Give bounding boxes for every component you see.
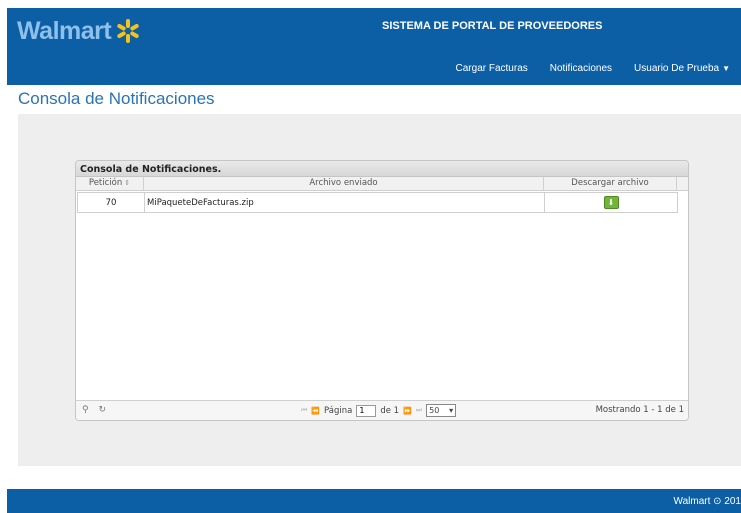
spark-icon: [115, 18, 141, 44]
records-info: Mostrando 1 - 1 de 1: [595, 405, 684, 415]
column-header-descargar[interactable]: Descargar archivo: [544, 177, 677, 190]
footer-copyright: Walmart ⊙ 201: [673, 496, 741, 507]
page-count: de 1: [380, 405, 400, 416]
walmart-logo[interactable]: Walmart: [17, 16, 141, 46]
page-size-value: 50: [429, 406, 440, 415]
grid-header: Petición ⇕ Archivo enviado Descargar arch…: [76, 177, 688, 191]
sort-icon: ⇕: [124, 179, 131, 187]
next-page-icon[interactable]: ⏩: [403, 407, 412, 415]
first-page-icon[interactable]: ⏮: [301, 406, 307, 415]
last-page-icon[interactable]: ⏭: [416, 406, 422, 415]
chevron-down-icon: ▾: [449, 406, 454, 415]
column-label: Descargar archivo: [571, 178, 649, 188]
page-size-select[interactable]: 50 ▾: [426, 404, 457, 417]
portal-title: SISTEMA DE PORTAL DE PROVEEDORES: [382, 20, 603, 32]
download-icon: ⬇: [607, 197, 615, 207]
column-header-archivo[interactable]: Archivo enviado: [144, 177, 544, 190]
refresh-icon[interactable]: ↻: [98, 405, 106, 415]
page-number-input[interactable]: [356, 404, 377, 417]
logo-text: Walmart: [17, 16, 112, 45]
grid-body: 70 MiPaqueteDeFacturas.zip ⬇: [76, 192, 688, 399]
user-name: Usuario De Prueba: [634, 63, 720, 74]
pager-tools: ⚲ ↻: [82, 405, 113, 415]
footer: Walmart ⊙ 201: [7, 489, 741, 513]
column-label: Petición: [88, 178, 123, 188]
nav-notifications[interactable]: Notificaciones: [539, 63, 623, 74]
nav-upload-invoices[interactable]: Cargar Facturas: [445, 63, 539, 74]
nav-user-menu[interactable]: Usuario De Prueba ▼: [623, 63, 741, 74]
prev-page-icon[interactable]: ⏪: [311, 407, 320, 415]
download-button[interactable]: ⬇: [603, 196, 619, 209]
column-header-peticion[interactable]: Petición ⇕: [76, 177, 144, 190]
grid-caption: Consola de Notificaciones.: [76, 161, 688, 177]
pager-controls: ⏮ ⏪ Página de 1 ⏩ ⏭ 50 ▾: [301, 404, 457, 417]
table-row[interactable]: 70 MiPaqueteDeFacturas.zip ⬇: [77, 192, 678, 213]
page-title: Consola de Notificaciones: [18, 89, 215, 108]
page-label: Página: [324, 405, 353, 416]
cell-descargar: ⬇: [545, 193, 677, 212]
cell-archivo: MiPaqueteDeFacturas.zip: [145, 193, 545, 212]
search-icon[interactable]: ⚲: [82, 405, 89, 415]
top-header: Walmart SISTEMA DE PORTAL DE PROVEEDORES…: [7, 8, 741, 85]
main-nav: Cargar Facturas Notificaciones Usuario D…: [445, 63, 741, 74]
notifications-grid: Consola de Notificaciones. Petición ⇕ Arc…: [75, 160, 689, 421]
chevron-down-icon: ▼: [722, 64, 730, 73]
cell-peticion: 70: [78, 193, 145, 212]
column-label: Archivo enviado: [309, 178, 378, 188]
grid-pager: ⚲ ↻ ⏮ ⏪ Página de 1 ⏩ ⏭ 50 ▾ Mostrando 1 …: [76, 400, 688, 420]
